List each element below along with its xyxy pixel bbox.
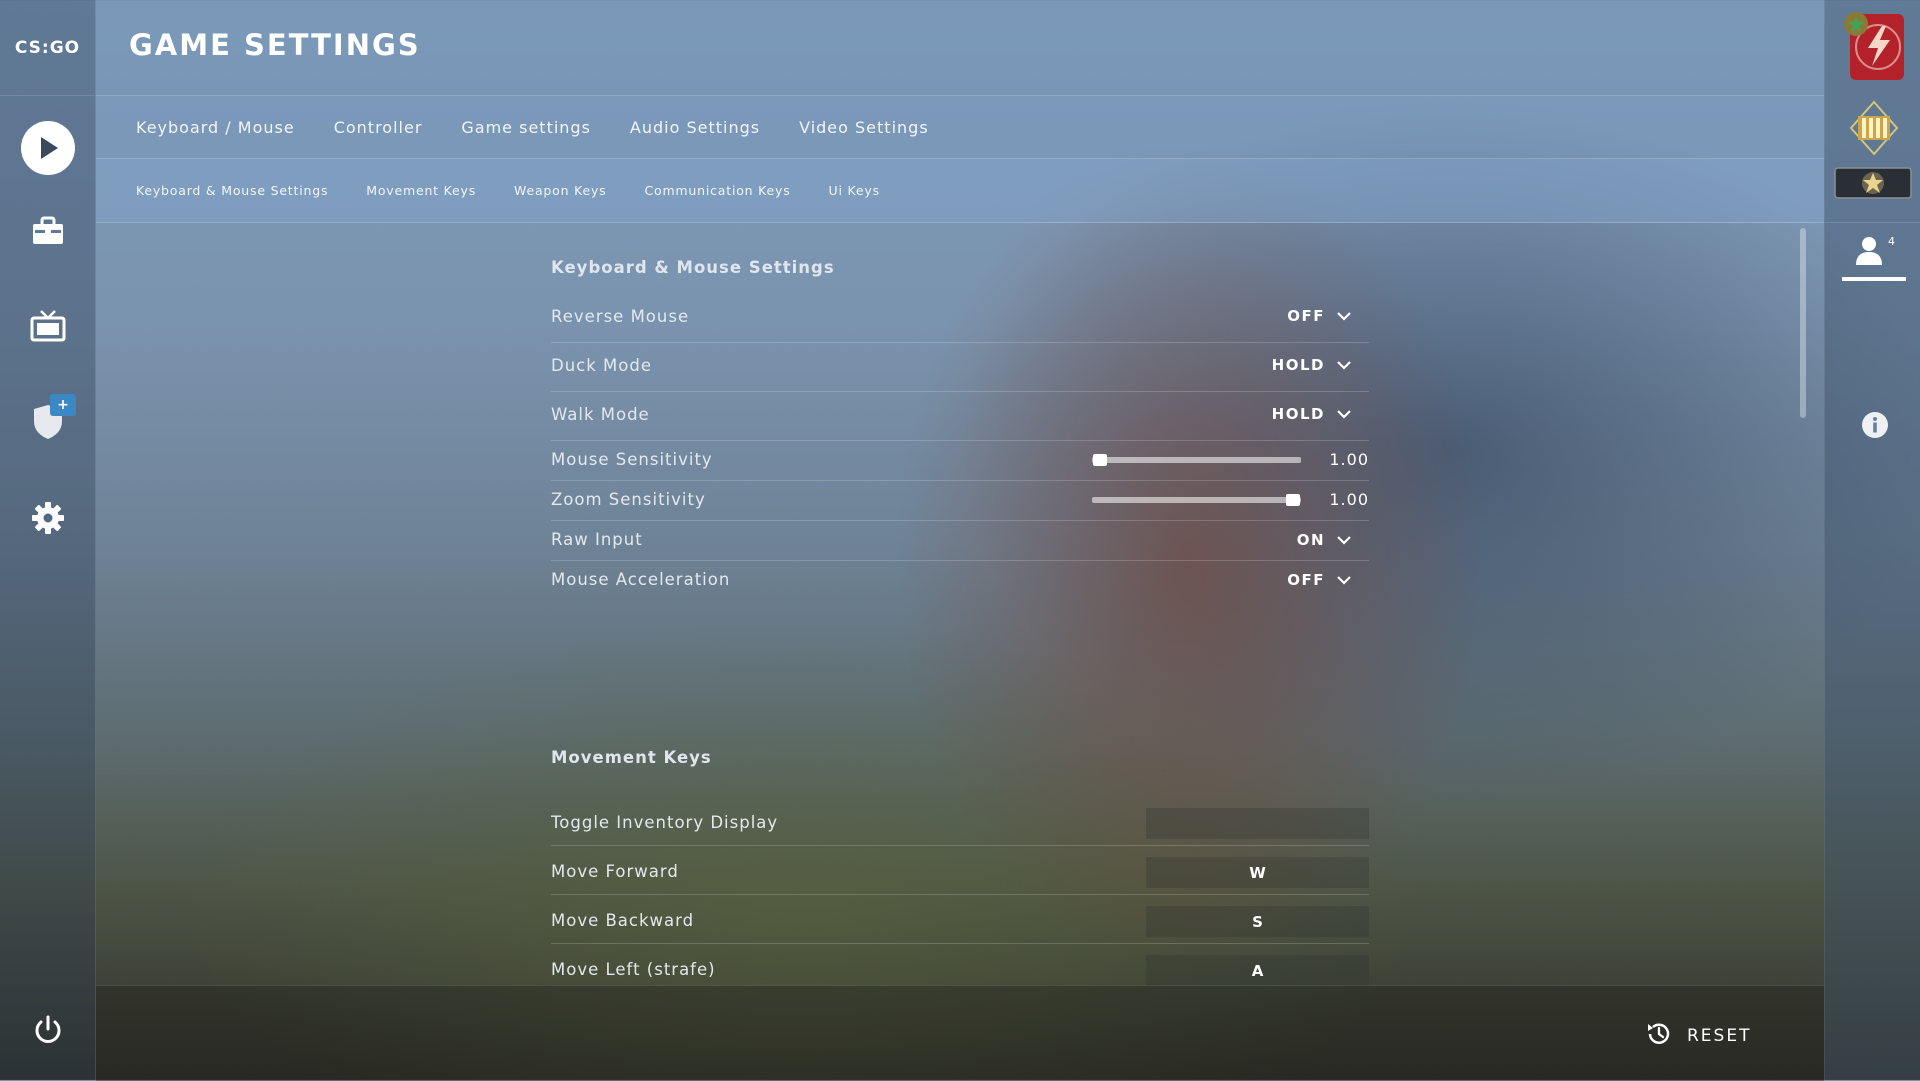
- tab-controller[interactable]: Controller: [334, 118, 423, 137]
- settings-button[interactable]: [0, 485, 95, 555]
- subtab-communication-keys[interactable]: Communication Keys: [644, 183, 790, 198]
- duck-mode-dropdown[interactable]: HOLD: [1272, 355, 1351, 374]
- panel-divider: [1825, 222, 1920, 223]
- setting-row-raw-input: Raw Input ON: [551, 520, 1369, 561]
- tab-video-settings[interactable]: Video Settings: [799, 118, 929, 137]
- power-button[interactable]: [0, 997, 95, 1067]
- keybind-row-move-forward: Move Forward W: [551, 854, 1369, 895]
- slider-value: 1.00: [1329, 490, 1369, 509]
- reset-button[interactable]: RESET: [1645, 1020, 1751, 1052]
- slider-thumb[interactable]: [1093, 454, 1108, 466]
- keybind-button[interactable]: S: [1146, 906, 1369, 937]
- new-item-badge: +: [50, 394, 76, 416]
- chevron-down-icon: [1337, 570, 1351, 589]
- setting-label: Move Backward: [551, 911, 695, 930]
- power-icon: [32, 1014, 64, 1050]
- walk-mode-dropdown[interactable]: HOLD: [1272, 404, 1351, 423]
- content-scrollbar[interactable]: [1800, 228, 1806, 418]
- tab-game-settings[interactable]: Game settings: [461, 118, 591, 137]
- subtab-movement-keys[interactable]: Movement Keys: [366, 183, 476, 198]
- setting-label: Duck Mode: [551, 356, 652, 375]
- setting-label: Toggle Inventory Display: [551, 813, 779, 832]
- section-title-movement: Movement Keys: [551, 748, 712, 767]
- play-button[interactable]: [0, 113, 95, 183]
- setting-row-mouse-acceleration: Mouse Acceleration OFF: [551, 560, 1369, 600]
- service-medal-icon[interactable]: [1838, 6, 1908, 84]
- keybind-button[interactable]: A: [1146, 955, 1369, 985]
- watch-icon: [30, 309, 66, 347]
- header: GAME SETTINGS: [96, 0, 1824, 96]
- skill-group-icon[interactable]: [1834, 167, 1912, 199]
- chevron-down-icon: [1337, 306, 1351, 325]
- settings-content: Keyboard & Mouse Settings Reverse Mouse …: [551, 223, 1369, 985]
- keybind-button[interactable]: [1146, 808, 1369, 839]
- setting-label: Mouse Acceleration: [551, 570, 731, 589]
- friends-underline: [1842, 277, 1906, 281]
- friends-count: 4: [1888, 235, 1895, 248]
- reverse-mouse-dropdown[interactable]: OFF: [1287, 306, 1351, 325]
- slider-thumb[interactable]: [1285, 494, 1300, 506]
- subtab-weapon-keys[interactable]: Weapon Keys: [514, 183, 606, 198]
- setting-label: Zoom Sensitivity: [551, 490, 706, 509]
- subtab-ui-keys[interactable]: Ui Keys: [829, 183, 880, 198]
- zoom-sensitivity-slider[interactable]: [1092, 494, 1301, 506]
- setting-label: Reverse Mouse: [551, 307, 690, 326]
- setting-label: Raw Input: [551, 530, 643, 549]
- inventory-icon: [31, 216, 65, 250]
- reset-icon: [1645, 1020, 1673, 1052]
- slider-value: 1.00: [1329, 450, 1369, 469]
- footer: RESET: [96, 985, 1824, 1081]
- mouse-sensitivity-slider[interactable]: [1092, 454, 1301, 466]
- raw-input-dropdown[interactable]: ON: [1297, 530, 1351, 549]
- keybind-row-move-left: Move Left (strafe) A: [551, 952, 1369, 985]
- friends-icon: [1854, 235, 1884, 271]
- chevron-down-icon: [1337, 355, 1351, 374]
- csgo-logo: CS:GO: [0, 0, 95, 96]
- setting-label: Move Left (strafe): [551, 960, 716, 979]
- chevron-down-icon: [1337, 530, 1351, 549]
- keybind-row-toggle-inventory: Toggle Inventory Display: [551, 805, 1369, 846]
- keybind-button[interactable]: W: [1146, 857, 1369, 888]
- dropdown-value: HOLD: [1271, 355, 1325, 374]
- rank-badge-icon[interactable]: [1849, 100, 1899, 156]
- setting-row-reverse-mouse: Reverse Mouse OFF: [551, 293, 1369, 343]
- info-icon: [1861, 412, 1889, 443]
- tab-audio-settings[interactable]: Audio Settings: [630, 118, 760, 137]
- setting-row-mouse-sensitivity: Mouse Sensitivity 1.00: [551, 440, 1369, 481]
- left-nav: CS:GO +: [0, 0, 96, 1080]
- inventory-button[interactable]: [0, 198, 95, 268]
- dropdown-value: HOLD: [1271, 404, 1325, 423]
- keybind-row-move-backward: Move Backward S: [551, 903, 1369, 944]
- chevron-down-icon: [1337, 404, 1351, 423]
- dropdown-value: OFF: [1287, 570, 1325, 589]
- friends-button[interactable]: 4: [1842, 233, 1906, 281]
- page-title: GAME SETTINGS: [129, 28, 421, 62]
- setting-label: Walk Mode: [551, 405, 650, 424]
- subtab-keyboard-mouse-settings[interactable]: Keyboard & Mouse Settings: [136, 183, 328, 198]
- tab-bar: Keyboard / Mouse Controller Game setting…: [96, 96, 1824, 159]
- section-title-mouse: Keyboard & Mouse Settings: [551, 258, 835, 277]
- dropdown-value: ON: [1296, 530, 1325, 549]
- store-button[interactable]: +: [0, 388, 95, 458]
- dropdown-value: OFF: [1287, 306, 1325, 325]
- watch-button[interactable]: [0, 293, 95, 363]
- tab-keyboard-mouse[interactable]: Keyboard / Mouse: [136, 118, 295, 137]
- gear-icon: [31, 501, 65, 539]
- info-button[interactable]: [1861, 411, 1889, 439]
- setting-label: Move Forward: [551, 862, 679, 881]
- setting-label: Mouse Sensitivity: [551, 450, 713, 469]
- subtab-bar: Keyboard & Mouse Settings Movement Keys …: [96, 159, 1824, 223]
- mouse-acceleration-dropdown[interactable]: OFF: [1287, 570, 1351, 589]
- setting-row-duck-mode: Duck Mode HOLD: [551, 342, 1369, 392]
- right-panel: 4: [1824, 0, 1920, 1080]
- setting-row-zoom-sensitivity: Zoom Sensitivity 1.00: [551, 480, 1369, 521]
- setting-row-walk-mode: Walk Mode HOLD: [551, 391, 1369, 441]
- play-icon: [20, 121, 75, 175]
- reset-label: RESET: [1687, 1026, 1752, 1046]
